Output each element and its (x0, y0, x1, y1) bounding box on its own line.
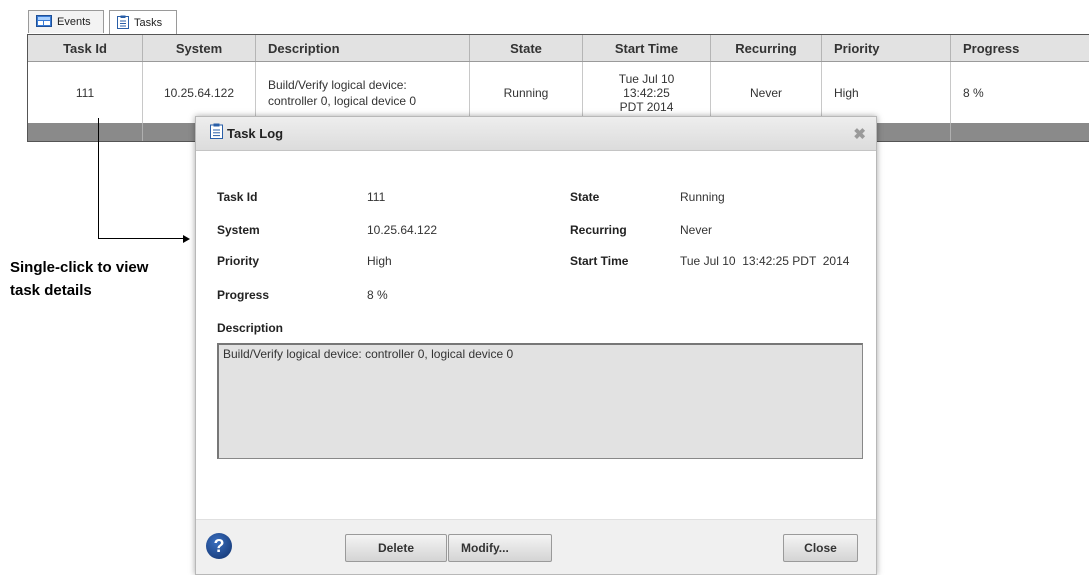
description-label: Description (217, 321, 284, 335)
tab-events-label: Events (57, 16, 91, 28)
column-header-recurring[interactable]: Recurring (711, 35, 822, 61)
callout-line1: Single-click to view (10, 259, 149, 276)
recurring-label: Recurring (570, 223, 627, 237)
progress-label: Progress (217, 288, 270, 302)
task-log-dialog: Task Log ✖ Task Id 111 System 10.25.64.1… (195, 116, 877, 575)
callout-arrow-icon (183, 235, 190, 243)
dialog-titlebar[interactable]: Task Log ✖ (196, 117, 876, 151)
close-button[interactable]: Close (783, 534, 858, 562)
footer-cell (951, 123, 1089, 141)
cell-description-line1: Build/Verify logical device: (268, 77, 407, 92)
tab-events[interactable]: Events (28, 10, 104, 33)
cell-start-time: Tue Jul 10 13:42:25 PDT 2014 (583, 62, 711, 123)
help-icon[interactable]: ? (206, 533, 232, 559)
cell-system: 10.25.64.122 (143, 62, 256, 123)
modify-button[interactable]: Modify... (448, 534, 552, 562)
priority-value: High (367, 254, 392, 268)
description-textarea[interactable]: Build/Verify logical device: controller … (217, 343, 863, 459)
cell-start-time-line3: PDT 2014 (619, 99, 674, 114)
dialog-footer: ? Delete Modify... Close (196, 519, 876, 574)
close-icon[interactable]: ✖ (853, 125, 866, 143)
table-row[interactable]: 111 10.25.64.122 Build/Verify logical de… (28, 62, 1089, 123)
callout-line2: task details (10, 282, 92, 299)
column-header-state[interactable]: State (470, 35, 583, 61)
cell-start-time-line2: 13:42:25 (623, 85, 670, 100)
start-time-value: Tue Jul 10 13:42:25 PDT 2014 (680, 254, 850, 268)
system-label: System (217, 223, 260, 237)
column-header-progress[interactable]: Progress (951, 35, 1089, 61)
task-log-clipboard-icon (210, 123, 223, 144)
table-header: Task Id System Description State Start T… (28, 35, 1089, 62)
tab-tasks-label: Tasks (134, 17, 163, 29)
column-header-task-id[interactable]: Task Id (28, 35, 143, 61)
callout-text: Single-click to view task details (10, 256, 148, 302)
task-id-value: 111 (367, 190, 386, 204)
delete-button[interactable]: Delete (345, 534, 447, 562)
cell-recurring: Never (711, 62, 822, 123)
cell-progress: 8 % (963, 85, 984, 100)
column-header-description[interactable]: Description (256, 35, 470, 61)
recurring-value: Never (680, 223, 713, 237)
column-header-start-time[interactable]: Start Time (583, 35, 711, 61)
column-header-priority[interactable]: Priority (822, 35, 951, 61)
progress-value: 8 % (367, 288, 388, 302)
dialog-title: Task Log (227, 126, 284, 141)
state-value: Running (680, 190, 725, 204)
cell-description-line2: controller 0, logical device 0 (268, 93, 417, 108)
start-time-label: Start Time (570, 254, 629, 268)
state-label: State (570, 190, 600, 204)
cell-priority: High (822, 62, 951, 123)
column-header-system[interactable]: System (143, 35, 256, 61)
callout-line (98, 118, 99, 239)
cell-description: Build/Verify logical device: controller … (256, 62, 470, 123)
task-id-label: Task Id (217, 190, 258, 204)
system-value: 10.25.64.122 (367, 223, 438, 237)
callout-line (98, 238, 184, 239)
cell-start-time-line1: Tue Jul 10 (618, 71, 675, 86)
priority-label: Priority (217, 254, 260, 268)
tasks-clipboard-icon (117, 15, 129, 32)
tab-tasks[interactable]: Tasks (109, 10, 177, 35)
cell-task-id: 111 (28, 62, 143, 123)
footer-cell (28, 123, 143, 141)
events-icon (36, 14, 52, 30)
cell-state: Running (470, 62, 583, 123)
